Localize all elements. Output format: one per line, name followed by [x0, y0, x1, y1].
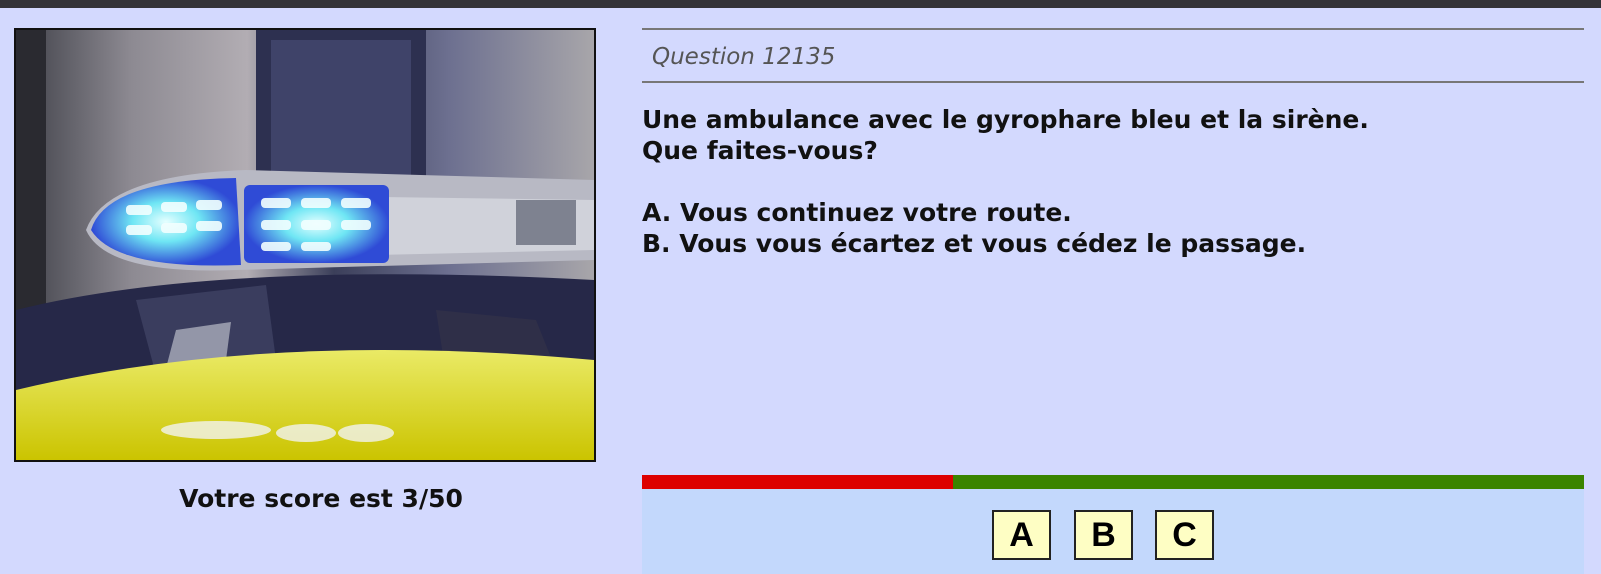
- answer-option-a: A. Vous continuez votre route.: [642, 198, 1072, 227]
- question-photo: [14, 28, 596, 462]
- progress-bar: [642, 475, 1584, 489]
- answer-button-b[interactable]: B: [1074, 510, 1133, 560]
- question-header: Question 12135: [642, 28, 1584, 83]
- progress-bar-incorrect-fill: [642, 475, 953, 489]
- score-text: Votre score est 3/50: [179, 484, 463, 513]
- answer-button-c[interactable]: C: [1155, 510, 1214, 560]
- question-line: Que faites-vous?: [642, 136, 878, 165]
- question-number: Question 12135: [652, 44, 836, 70]
- answer-panel: A B C: [642, 489, 1584, 574]
- emergency-light-photo-icon: [16, 30, 594, 460]
- question-line: Une ambulance avec le gyrophare bleu et …: [642, 105, 1369, 134]
- answer-option-b: B. Vous vous écartez et vous cédez le pa…: [642, 229, 1307, 258]
- top-bar: [0, 0, 1601, 8]
- question-body: Une ambulance avec le gyrophare bleu et …: [642, 104, 1572, 259]
- answer-button-a[interactable]: A: [992, 510, 1051, 560]
